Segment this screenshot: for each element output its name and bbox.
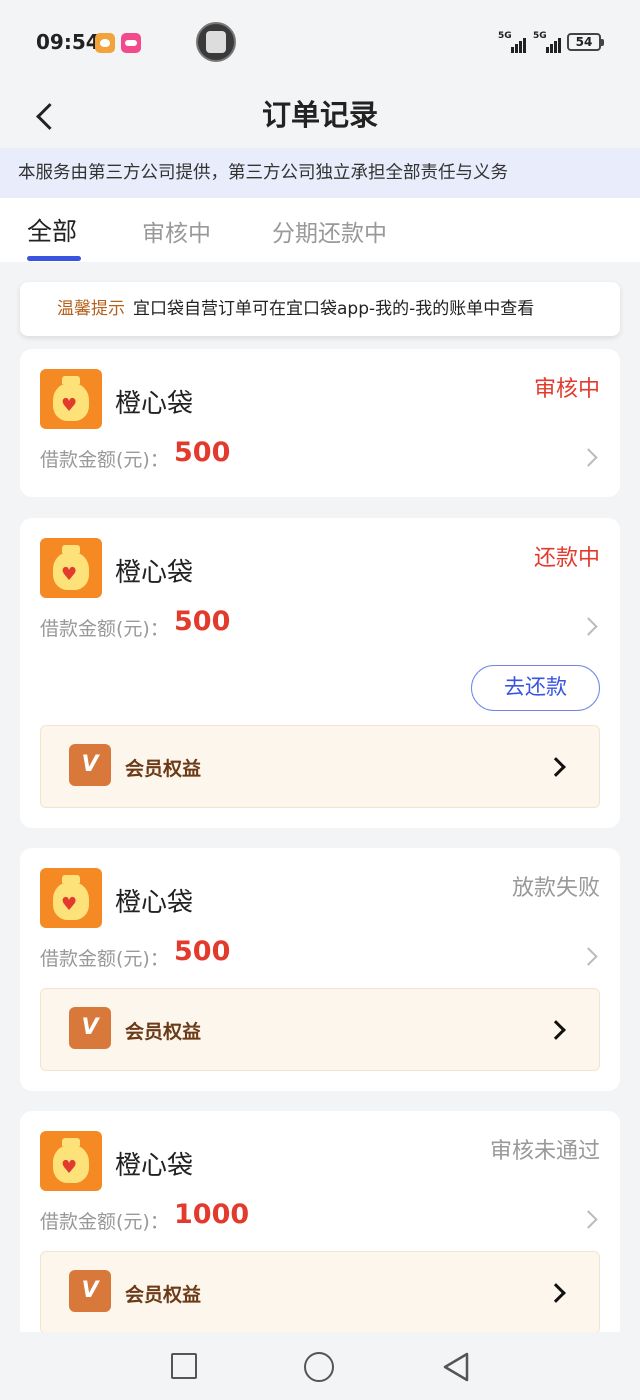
tip-banner: 温馨提示 宜口袋自营订单可在宜口袋app-我的-我的账单中查看 xyxy=(20,282,620,336)
amount-label: 借款金额(元)： xyxy=(40,449,169,471)
back-triangle-icon[interactable] xyxy=(441,1351,471,1383)
chevron-right-icon[interactable] xyxy=(580,447,600,467)
order-brand: 橙心袋 xyxy=(115,888,194,918)
status-bar: 09:54 5G 5G 54 xyxy=(0,0,640,86)
vip-icon: V xyxy=(69,1270,111,1312)
chevron-right-icon[interactable] xyxy=(580,946,600,966)
repay-button[interactable]: 去还款 xyxy=(471,665,600,711)
order-amount: 1000 xyxy=(174,1199,250,1230)
system-nav-bar xyxy=(0,1332,640,1400)
order-amount: 500 xyxy=(174,606,231,637)
chevron-right-icon xyxy=(549,1020,567,1038)
signal-icon-2: 5G xyxy=(533,31,565,53)
order-brand: 橙心袋 xyxy=(115,1151,194,1181)
order-card[interactable]: ♥ 橙心袋 还款中 借款金额(元)： 500 去还款 V 会员权益 xyxy=(20,518,620,828)
order-amount: 500 xyxy=(174,936,231,967)
order-card[interactable]: ♥ 橙心袋 审核未通过 借款金额(元)： 1000 V 会员权益 xyxy=(20,1111,620,1351)
order-brand: 橙心袋 xyxy=(115,558,194,588)
battery-icon: 54 xyxy=(567,33,604,51)
money-bag-logo-icon: ♥ xyxy=(40,1131,102,1191)
order-brand: 橙心袋 xyxy=(115,389,194,419)
tab-installment[interactable]: 分期还款中 xyxy=(272,214,387,248)
order-card[interactable]: ♥ 橙心袋 审核中 借款金额(元)： 500 xyxy=(20,349,620,497)
heart-app-icon xyxy=(95,33,115,53)
order-amount: 500 xyxy=(174,437,231,468)
tab-bar: 全部 审核中 分期还款中 xyxy=(0,198,640,262)
money-bag-logo-icon: ♥ xyxy=(40,538,102,598)
tab-active-indicator xyxy=(27,256,81,261)
chevron-right-icon xyxy=(549,1283,567,1301)
chevron-right-icon xyxy=(549,757,567,775)
tip-label: 温馨提示 xyxy=(57,299,125,319)
home-circle-icon[interactable] xyxy=(304,1352,334,1382)
chevron-right-icon[interactable] xyxy=(580,1209,600,1229)
vip-benefits-row[interactable]: V 会员权益 xyxy=(40,725,600,808)
signal-icon-1: 5G xyxy=(498,31,530,53)
amount-label: 借款金额(元)： xyxy=(40,948,169,970)
order-status: 审核中 xyxy=(533,377,600,402)
vip-benefits-row[interactable]: V 会员权益 xyxy=(40,988,600,1071)
money-bag-logo-icon: ♥ xyxy=(40,369,102,429)
money-bag-logo-icon: ♥ xyxy=(40,868,102,928)
vip-icon: V xyxy=(69,1007,111,1049)
page-title: 订单记录 xyxy=(261,98,378,132)
order-card[interactable]: ♥ 橙心袋 放款失败 借款金额(元)： 500 V 会员权益 xyxy=(20,848,620,1091)
tip-text: 宜口袋自营订单可在宜口袋app-我的-我的账单中查看 xyxy=(133,299,535,319)
amount-label: 借款金额(元)： xyxy=(40,618,169,640)
status-time: 09:54 xyxy=(36,30,100,54)
recents-square-icon[interactable] xyxy=(171,1353,197,1379)
vip-label: 会员权益 xyxy=(125,1284,202,1306)
vip-benefits-row[interactable]: V 会员权益 xyxy=(40,1251,600,1334)
amount-label: 借款金额(元)： xyxy=(40,1211,169,1233)
chevron-right-icon[interactable] xyxy=(580,616,600,636)
bilibili-app-icon xyxy=(121,33,141,53)
order-status: 审核未通过 xyxy=(489,1139,600,1164)
vip-icon: V xyxy=(69,744,111,786)
order-status: 放款失败 xyxy=(511,876,600,901)
vip-label: 会员权益 xyxy=(125,1021,202,1043)
order-status: 还款中 xyxy=(533,546,600,571)
disclaimer-banner: 本服务由第三方公司提供，第三方公司独立承担全部责任与义务 xyxy=(0,148,640,198)
vip-label: 会员权益 xyxy=(125,758,202,780)
floating-avatar-icon[interactable] xyxy=(196,22,236,62)
header: 订单记录 xyxy=(0,86,640,148)
tab-reviewing[interactable]: 审核中 xyxy=(142,214,211,248)
tab-all[interactable]: 全部 xyxy=(27,212,77,248)
